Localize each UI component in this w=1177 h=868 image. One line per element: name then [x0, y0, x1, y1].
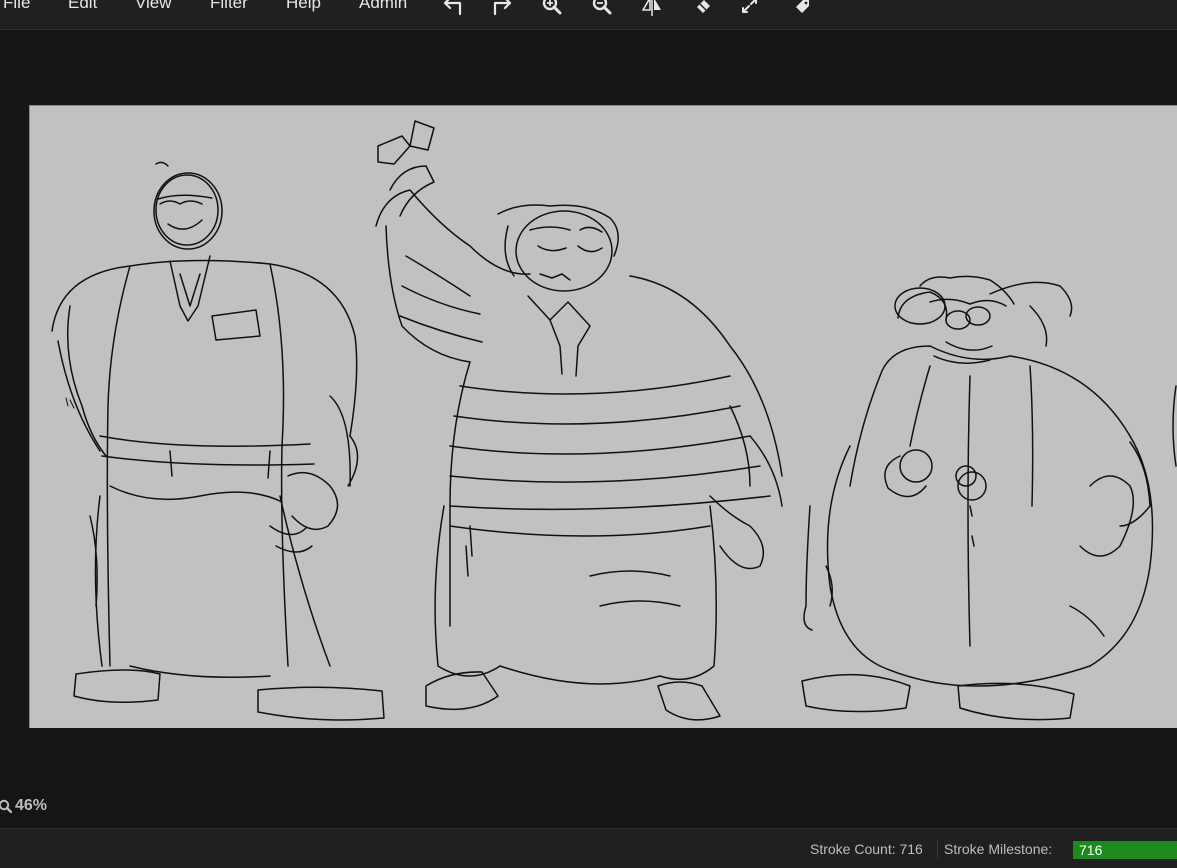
drawing-canvas[interactable]: [29, 105, 1177, 728]
fit-to-screen-icon[interactable]: [737, 0, 763, 18]
zoom-out-icon[interactable]: [589, 0, 615, 18]
redo-icon[interactable]: [489, 0, 515, 18]
eraser-icon[interactable]: [690, 0, 716, 18]
menu-bar: File Edit View Filter Help Admin: [0, 0, 1177, 30]
magnifier-icon: [0, 799, 12, 813]
zoom-in-icon[interactable]: [539, 0, 565, 18]
zoom-indicator[interactable]: 46%: [0, 796, 47, 816]
menu-view[interactable]: View: [135, 0, 172, 13]
tag-icon[interactable]: [789, 0, 815, 18]
zoom-level: 46%: [15, 797, 48, 814]
sketch-figure-left: [51, 161, 385, 721]
sketch-figure-edge: [1172, 385, 1177, 467]
menu-edit[interactable]: Edit: [68, 0, 97, 13]
flip-icon[interactable]: [639, 0, 665, 18]
canvas-area[interactable]: [0, 30, 1177, 828]
stroke-milestone-progress: 716: [1073, 841, 1177, 859]
brush-cursor: [65, 397, 75, 409]
stroke-count: Stroke Count: 716: [810, 841, 923, 857]
menu-admin[interactable]: Admin: [359, 0, 407, 13]
stroke-milestone-value: 716: [1079, 842, 1103, 858]
menu-filter[interactable]: Filter: [210, 0, 248, 13]
menu-help[interactable]: Help: [286, 0, 321, 13]
status-divider: [937, 839, 938, 859]
menu-file[interactable]: File: [3, 0, 30, 13]
status-bar: Stroke Count: 716 Stroke Milestone: 716: [0, 828, 1177, 868]
sketch-figure-right: [801, 275, 1154, 721]
undo-icon[interactable]: [440, 0, 466, 18]
sketch-figure-middle: [375, 120, 783, 721]
stroke-milestone-label: Stroke Milestone:: [944, 841, 1053, 857]
